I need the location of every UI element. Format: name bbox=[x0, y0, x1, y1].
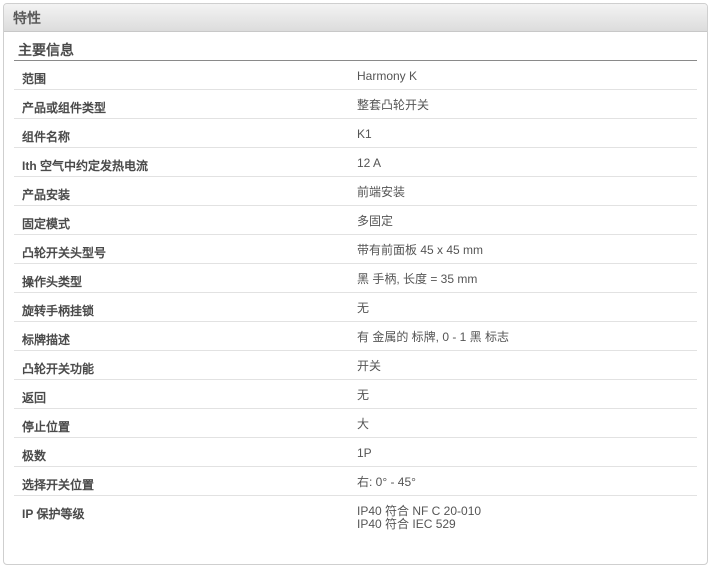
spec-label: 范围 bbox=[22, 72, 47, 86]
spec-value: 带有前面板 45 x 45 mm bbox=[357, 243, 484, 257]
spec-value: 无 bbox=[357, 301, 370, 315]
spec-value: 1P bbox=[357, 446, 372, 460]
spec-label: 产品或组件类型 bbox=[22, 101, 107, 115]
spec-label: 凸轮开关头型号 bbox=[22, 246, 107, 260]
spec-row-padlocking: 旋转手柄挂锁 无 bbox=[14, 293, 697, 322]
spec-label: 组件名称 bbox=[22, 130, 71, 144]
spec-row-thermal-current: Ith 空气中约定发热电流 12 A bbox=[14, 148, 697, 177]
characteristics-panel: 特性 主要信息 范围 Harmony K 产品或组件类型 整套凸轮开关 组件名称… bbox=[3, 3, 708, 565]
spec-row-component-name: 组件名称 K1 bbox=[14, 119, 697, 148]
spec-row-legend: 标牌描述 有 金属的 标牌, 0 - 1 黑 标志 bbox=[14, 322, 697, 351]
spec-value: 整套凸轮开关 bbox=[357, 98, 430, 112]
spec-value: IP40 符合 NF C 20-010 IP40 符合 IEC 529 bbox=[357, 496, 697, 536]
spec-value-line: IP40 符合 IEC 529 bbox=[357, 517, 456, 531]
spec-value: 多固定 bbox=[357, 214, 394, 228]
spec-label: 固定模式 bbox=[22, 217, 71, 231]
spec-value: Harmony K bbox=[357, 69, 418, 83]
spec-value: 12 A bbox=[357, 156, 382, 170]
spec-label: 极数 bbox=[22, 449, 47, 463]
spec-label: 凸轮开关功能 bbox=[22, 362, 95, 376]
spec-label: 标牌描述 bbox=[22, 333, 71, 347]
spec-label: 选择开关位置 bbox=[22, 478, 95, 492]
spec-label: 停止位置 bbox=[22, 420, 71, 434]
panel-title: 特性 bbox=[4, 4, 707, 32]
spec-row-stop-position: 停止位置 大 bbox=[14, 409, 697, 438]
spec-row-ip-rating: IP 保护等级 IP40 符合 NF C 20-010 IP40 符合 IEC … bbox=[14, 496, 697, 536]
spec-row-head-type: 凸轮开关头型号 带有前面板 45 x 45 mm bbox=[14, 235, 697, 264]
spec-row-function: 凸轮开关功能 开关 bbox=[14, 351, 697, 380]
spec-label: 操作头类型 bbox=[22, 275, 83, 289]
spec-row-switch-position: 选择开关位置 右: 0° - 45° bbox=[14, 467, 697, 496]
spec-value: 黑 手柄, 长度 = 35 mm bbox=[357, 272, 478, 286]
spec-label: 返回 bbox=[22, 391, 47, 405]
spec-row-product-type: 产品或组件类型 整套凸轮开关 bbox=[14, 90, 697, 119]
spec-value: 有 金属的 标牌, 0 - 1 黑 标志 bbox=[357, 330, 510, 344]
spec-label: 产品安装 bbox=[22, 188, 71, 202]
spec-value: 右: 0° - 45° bbox=[357, 475, 416, 489]
spec-row-return: 返回 无 bbox=[14, 380, 697, 409]
spec-value: 前端安装 bbox=[357, 185, 406, 199]
spec-value: K1 bbox=[357, 127, 372, 141]
section-title: 主要信息 bbox=[14, 40, 697, 61]
spec-value: 开关 bbox=[357, 359, 382, 373]
spec-row-operator-type: 操作头类型 黑 手柄, 长度 = 35 mm bbox=[14, 264, 697, 293]
spec-row-fixing-mode: 固定模式 多固定 bbox=[14, 206, 697, 235]
spec-value: 大 bbox=[357, 417, 370, 431]
spec-row-range: 范围 Harmony K bbox=[14, 61, 697, 90]
spec-label: Ith 空气中约定发热电流 bbox=[22, 159, 148, 173]
spec-value: 无 bbox=[357, 388, 370, 402]
spec-row-mounting: 产品安装 前端安装 bbox=[14, 177, 697, 206]
spec-label: IP 保护等级 bbox=[22, 507, 85, 521]
spec-table: 范围 Harmony K 产品或组件类型 整套凸轮开关 组件名称 K1 Ith … bbox=[14, 61, 697, 536]
spec-label: 旋转手柄挂锁 bbox=[22, 304, 95, 318]
spec-row-poles: 极数 1P bbox=[14, 438, 697, 467]
